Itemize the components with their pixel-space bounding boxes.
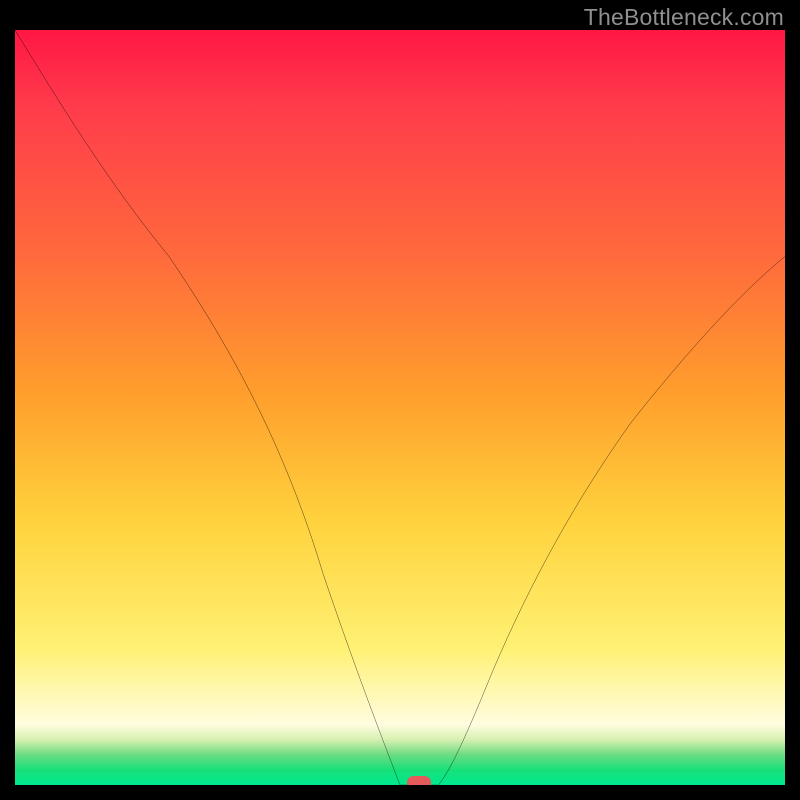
bottleneck-curve (15, 30, 785, 785)
watermark-text: TheBottleneck.com (584, 4, 784, 31)
plot-area (15, 30, 785, 785)
optimal-point-marker (407, 776, 431, 785)
chart-frame: TheBottleneck.com (0, 0, 800, 800)
